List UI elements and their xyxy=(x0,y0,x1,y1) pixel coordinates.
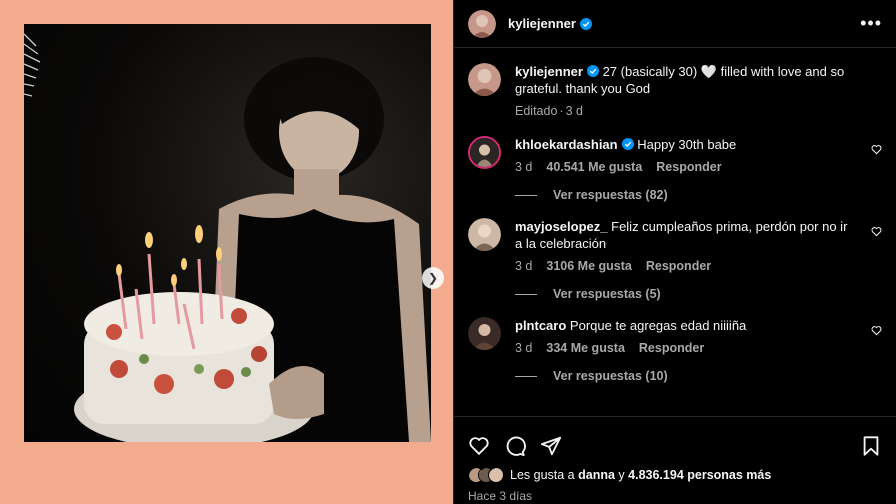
next-image-button[interactable]: ❯ xyxy=(422,267,444,289)
comment-item: plntcaro Porque te agregas edad niiiiña … xyxy=(468,317,882,357)
post-header: kyliejenner ••• xyxy=(454,0,896,48)
commenter-username[interactable]: khloekardashian xyxy=(515,137,618,152)
caption-age: 3 d xyxy=(565,104,583,118)
more-options-icon[interactable]: ••• xyxy=(860,13,882,34)
edited-label: Editado xyxy=(515,104,558,118)
liker-username[interactable]: danna xyxy=(578,468,615,482)
comment-heart-icon[interactable] xyxy=(871,226,882,237)
comment-item: mayjoselopez_ Feliz cumpleaños prima, pe… xyxy=(468,218,882,275)
view-replies-button[interactable]: Ver respuestas (82) xyxy=(515,188,882,202)
comments-section: kyliejenner 27 (basically 30) 🤍 filled w… xyxy=(454,49,896,415)
author-username[interactable]: kyliejenner xyxy=(508,16,576,31)
liker-avatars xyxy=(468,467,504,483)
post-media: ❯ xyxy=(0,0,453,504)
caption-meta: Editado · 3 d xyxy=(515,104,583,118)
comment-item: khloekardashian Happy 30th babe 3 d 40.54… xyxy=(468,136,882,176)
heart-icon[interactable] xyxy=(468,435,490,457)
comment-age: 3 d xyxy=(515,341,533,355)
commenter-username[interactable]: plntcaro xyxy=(515,318,566,333)
comment-heart-icon[interactable] xyxy=(871,325,882,336)
verified-badge-icon xyxy=(586,65,599,77)
birthday-photo-illustration xyxy=(24,33,431,442)
reply-button[interactable]: Responder xyxy=(646,259,711,273)
comment-age: 3 d xyxy=(515,259,533,273)
chevron-right-icon: ❯ xyxy=(427,271,439,285)
likes-summary[interactable]: Les gusta a danna y 4.836.194 personas m… xyxy=(454,461,896,483)
comment-icon[interactable] xyxy=(504,435,526,457)
author-avatar[interactable] xyxy=(468,63,501,96)
verified-badge-icon xyxy=(621,138,634,150)
reply-button[interactable]: Responder xyxy=(656,160,721,174)
reply-button[interactable]: Responder xyxy=(639,341,704,355)
comment-likes[interactable]: 40.541 Me gusta xyxy=(546,160,642,174)
comment-text: Happy 30th babe xyxy=(637,137,737,152)
author-avatar[interactable] xyxy=(468,9,496,38)
comment-likes[interactable]: 334 Me gusta xyxy=(546,341,625,355)
share-icon[interactable] xyxy=(540,435,562,457)
bookmark-icon[interactable] xyxy=(860,435,882,457)
comment-likes[interactable]: 3106 Me gusta xyxy=(546,259,631,273)
verified-badge-icon xyxy=(579,17,592,30)
comment-heart-icon[interactable] xyxy=(871,144,882,155)
commenter-avatar[interactable] xyxy=(468,136,501,169)
post-actions: Les gusta a danna y 4.836.194 personas m… xyxy=(454,416,896,504)
view-replies-button[interactable]: Ver respuestas (10) xyxy=(515,369,882,383)
view-replies-button[interactable]: Ver respuestas (5) xyxy=(515,287,882,301)
caption-username[interactable]: kyliejenner xyxy=(515,64,583,79)
likes-count[interactable]: 4.836.194 personas más xyxy=(628,468,771,482)
commenter-avatar[interactable] xyxy=(468,218,501,251)
commenter-username[interactable]: mayjoselopez_ xyxy=(515,219,608,234)
post-caption: kyliejenner 27 (basically 30) 🤍 filled w… xyxy=(468,63,882,120)
post-timestamp: Hace 3 días xyxy=(468,489,533,503)
post-details-panel: kyliejenner ••• kyliejenner 27 (basicall… xyxy=(453,0,896,504)
comment-text: Porque te agregas edad niiiiña xyxy=(569,318,747,333)
comment-age: 3 d xyxy=(515,160,533,174)
commenter-avatar[interactable] xyxy=(468,317,501,350)
post-photo xyxy=(24,24,431,442)
